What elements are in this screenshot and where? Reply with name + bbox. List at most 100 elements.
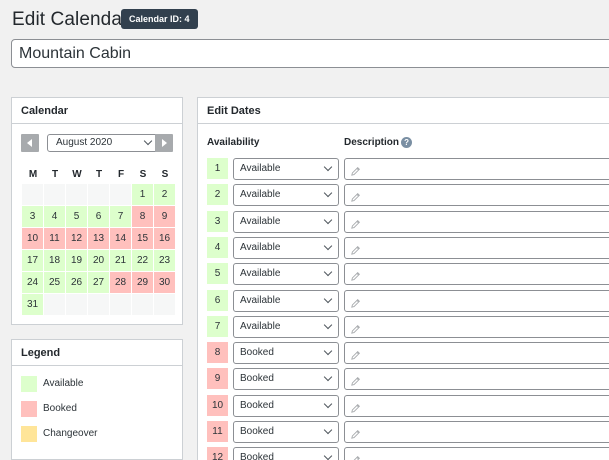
- pencil-icon: [350, 453, 361, 460]
- description-input[interactable]: [344, 210, 609, 233]
- legend-panel: Legend Available Booked Changeover: [11, 339, 183, 460]
- calendar-day[interactable]: 13: [88, 228, 109, 249]
- weekday-header: W: [72, 169, 82, 180]
- calendar-day[interactable]: 16: [154, 228, 175, 249]
- calendar-day[interactable]: 19: [66, 250, 87, 271]
- availability-select[interactable]: Available: [233, 158, 339, 180]
- calendar-day[interactable]: 28: [110, 272, 131, 293]
- chevron-down-icon: [323, 320, 333, 330]
- calendar-day[interactable]: 26: [66, 272, 87, 293]
- description-input[interactable]: [344, 158, 609, 180]
- calendar-empty-cell: [66, 184, 87, 205]
- calendar-day[interactable]: 30: [154, 272, 175, 293]
- calendar-panel-title: Calendar: [12, 98, 182, 124]
- availability-select[interactable]: Booked: [233, 342, 339, 365]
- legend-title: Legend: [12, 340, 182, 366]
- calendar-day[interactable]: 10: [22, 228, 43, 249]
- pencil-icon: [350, 243, 361, 255]
- calendar-day[interactable]: 29: [132, 272, 153, 293]
- weekday-header: T: [51, 169, 59, 180]
- legend-label: Available: [43, 378, 84, 389]
- availability-select[interactable]: Available: [233, 315, 339, 338]
- date-number: 2: [207, 184, 228, 206]
- calendar-day[interactable]: 8: [132, 206, 153, 227]
- availability-select[interactable]: Available: [233, 236, 339, 259]
- month-select-label: August 2020: [56, 137, 113, 148]
- date-number: 5: [207, 263, 228, 285]
- calendar-day[interactable]: 12: [66, 228, 87, 249]
- availability-select-value: Available: [240, 294, 281, 306]
- description-input[interactable]: [344, 315, 609, 338]
- calendar-day[interactable]: 6: [88, 206, 109, 227]
- availability-select[interactable]: Available: [233, 210, 339, 233]
- weekday-header: M: [28, 169, 38, 180]
- calendar-day[interactable]: 18: [44, 250, 65, 271]
- availability-select[interactable]: Booked: [233, 447, 339, 460]
- calendar-day[interactable]: 14: [110, 228, 131, 249]
- calendar-empty-cell: [66, 294, 87, 315]
- pencil-icon: [350, 348, 361, 360]
- calendar-name-input[interactable]: Mountain Cabin: [11, 39, 609, 68]
- calendar-day[interactable]: 4: [44, 206, 65, 227]
- date-number: 6: [207, 289, 228, 311]
- availability-select[interactable]: Available: [233, 184, 339, 207]
- weekday-header: F: [117, 169, 125, 180]
- calendar-day[interactable]: 15: [132, 228, 153, 249]
- calendar-day[interactable]: 20: [88, 250, 109, 271]
- availability-select[interactable]: Available: [233, 263, 339, 286]
- description-input[interactable]: [344, 289, 609, 312]
- availability-select[interactable]: Booked: [233, 421, 339, 443]
- availability-select-value: Available: [240, 163, 281, 174]
- pencil-icon: [350, 190, 361, 203]
- description-input[interactable]: [344, 342, 609, 365]
- description-input[interactable]: [344, 236, 609, 259]
- calendar-day[interactable]: 2: [154, 184, 175, 205]
- calendar-day[interactable]: 5: [66, 206, 87, 227]
- calendar-day[interactable]: 3: [22, 206, 43, 227]
- calendar-day[interactable]: 27: [88, 272, 109, 293]
- pencil-icon: [350, 217, 361, 229]
- legend-label: Changeover: [43, 428, 98, 439]
- calendar-day[interactable]: 25: [44, 272, 65, 293]
- chevron-down-icon: [323, 346, 333, 356]
- chevron-down-icon: [323, 215, 333, 224]
- pencil-icon: [350, 296, 361, 308]
- availability-select[interactable]: Booked: [233, 368, 339, 391]
- description-input[interactable]: [344, 394, 609, 417]
- calendar-day[interactable]: 24: [22, 272, 43, 293]
- calendar-day[interactable]: 22: [132, 250, 153, 271]
- description-input[interactable]: [344, 184, 609, 207]
- pencil-icon: [350, 401, 361, 413]
- description-input[interactable]: [344, 368, 609, 391]
- prev-month-button[interactable]: [21, 134, 39, 152]
- description-input[interactable]: [344, 447, 609, 460]
- calendar-day[interactable]: 23: [154, 250, 175, 271]
- date-number: 9: [207, 368, 228, 390]
- description-header-label: Description: [344, 137, 400, 149]
- description-input[interactable]: [344, 263, 609, 286]
- calendar-day[interactable]: 11: [44, 228, 65, 249]
- chevron-down-icon: [323, 425, 333, 435]
- calendar-day[interactable]: 7: [110, 206, 131, 227]
- legend-item-booked: Booked: [21, 401, 77, 417]
- availability-column-header: Availability: [207, 137, 260, 148]
- date-number: 12: [207, 447, 228, 460]
- legend-swatch: [21, 401, 37, 417]
- calendar-day[interactable]: 17: [22, 250, 43, 271]
- calendar-empty-cell: [132, 294, 153, 315]
- month-select[interactable]: August 2020: [47, 134, 158, 152]
- calendar-day[interactable]: 9: [154, 206, 175, 227]
- legend-item-available: Available: [21, 376, 83, 392]
- next-month-button[interactable]: [155, 134, 173, 152]
- weekday-header: S: [139, 169, 147, 180]
- description-input[interactable]: [344, 421, 609, 443]
- weekday-header: T: [95, 169, 103, 180]
- availability-select[interactable]: Available: [233, 289, 339, 312]
- calendar-grid: M T W T F S S 1 2 3 4 5 6 7 8 9 10 11 12 13 14 15 16 17 18 19 20 21…: [22, 168, 176, 316]
- availability-select[interactable]: Booked: [233, 394, 339, 417]
- calendar-day[interactable]: 21: [110, 250, 131, 271]
- calendar-day[interactable]: 1: [132, 184, 153, 205]
- calendar-day[interactable]: 31: [22, 294, 43, 315]
- help-icon[interactable]: ?: [401, 137, 413, 148]
- calendar-empty-cell: [154, 294, 175, 315]
